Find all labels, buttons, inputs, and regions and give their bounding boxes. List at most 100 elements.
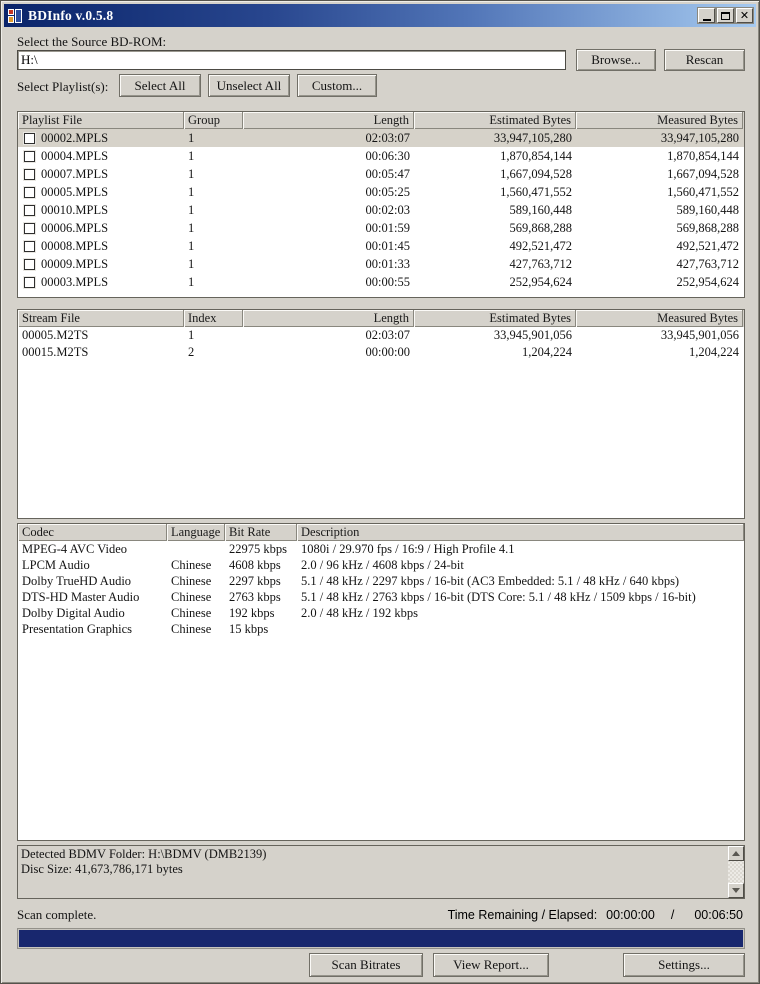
cell: 492,521,472	[676, 238, 740, 253]
arrow-down-icon	[732, 888, 740, 893]
cell: 5.1 / 48 kHz / 2763 kbps / 16-bit (DTS C…	[301, 589, 696, 604]
cell: 00003.MPLS	[18, 275, 184, 290]
column-header[interactable]: Length	[243, 310, 414, 327]
playlist-list: Playlist File Group Length Estimated Bytes M…	[17, 111, 745, 298]
table-row[interactable]: LPCM Audio Chinese 4608 kbps 2.0 / 96 kHz /…	[18, 557, 744, 573]
cell: Chinese	[171, 573, 212, 588]
table-row[interactable]: 00015.M2TS 2 00:00:00 1,204,224 1,204,224	[18, 344, 744, 361]
minimize-button[interactable]	[698, 8, 715, 23]
row-checkbox[interactable]	[24, 276, 35, 288]
cell: 192 kbps	[229, 605, 275, 620]
table-row[interactable]: 00004.MPLS 1 00:06:30 1,870,854,144 1,870,85…	[18, 147, 744, 165]
column-header[interactable]: Index	[184, 310, 243, 327]
column-header[interactable]: Playlist File	[18, 112, 184, 129]
table-row[interactable]: 00006.MPLS 1 00:01:59 569,868,288 569,868,28…	[18, 219, 744, 237]
column-header[interactable]: Length	[243, 112, 414, 129]
cell: 569,868,288	[676, 220, 740, 235]
table-row[interactable]: Presentation Graphics Chinese 15 kbps	[18, 621, 744, 637]
close-button[interactable]: ✕	[736, 8, 753, 23]
cell: 1	[188, 130, 195, 145]
row-checkbox[interactable]	[24, 150, 35, 162]
column-header[interactable]: Group	[184, 112, 243, 129]
table-row[interactable]: 00005.MPLS 1 00:05:25 1,560,471,552 1,560,47…	[18, 183, 744, 201]
column-header[interactable]: Description	[297, 524, 744, 541]
cell: 1,560,471,552	[500, 184, 572, 199]
cell: 1	[188, 328, 195, 342]
status-text: Scan complete.	[17, 907, 97, 922]
row-checkbox[interactable]	[24, 240, 35, 252]
table-row[interactable]: 00008.MPLS 1 00:01:45 492,521,472 492,521,47…	[18, 237, 744, 255]
row-checkbox[interactable]	[24, 222, 35, 234]
column-header[interactable]: Stream File	[18, 310, 184, 327]
minimize-icon	[702, 18, 711, 21]
row-checkbox[interactable]	[24, 258, 35, 270]
cell: 33,945,901,056	[493, 328, 572, 342]
cell: Dolby Digital Audio	[22, 605, 125, 620]
cell: 1,204,224	[522, 345, 572, 359]
table-row[interactable]: 00002.MPLS 1 02:03:07 33,947,105,280 33,947,…	[18, 129, 744, 147]
table-row[interactable]: 00003.MPLS 1 00:00:55 252,954,624 252,954,62…	[18, 273, 744, 291]
table-row[interactable]: MPEG-4 AVC Video 22975 kbps 1080i / 29.970…	[18, 541, 744, 557]
settings-button[interactable]: Settings...	[623, 953, 745, 977]
time-elapsed: 00:06:50	[694, 908, 743, 922]
codec-list: Codec Language Bit Rate Description MPEG-4 A…	[17, 523, 745, 841]
table-row[interactable]: 00010.MPLS 1 00:02:03 589,160,448 589,160,44…	[18, 201, 744, 219]
cell: 00:05:47	[365, 166, 410, 181]
bdinfo-window: BDInfo v.0.5.8 ✕ Select the Source BD-RO…	[0, 0, 760, 984]
unselect-all-button[interactable]: Unselect All	[208, 74, 290, 97]
column-header[interactable]: Measured Bytes	[576, 310, 743, 327]
cell: Chinese	[171, 589, 212, 604]
column-header[interactable]: Bit Rate	[225, 524, 297, 541]
cell: Chinese	[171, 621, 212, 636]
time-slash: /	[670, 908, 675, 922]
cell: 00005.MPLS	[18, 185, 184, 200]
cell: 00002.MPLS	[18, 131, 184, 146]
column-header[interactable]: Estimated Bytes	[414, 112, 576, 129]
rescan-button[interactable]: Rescan	[664, 49, 745, 71]
cell: Presentation Graphics	[22, 621, 133, 636]
cell: 492,521,472	[509, 238, 573, 253]
cell: 33,947,105,280	[493, 130, 572, 145]
scan-info-textbox[interactable]: Detected BDMV Folder: H:\BDMV (DMB2139) …	[17, 845, 745, 899]
source-path-input[interactable]	[17, 50, 566, 70]
info-scrollbar[interactable]	[728, 846, 744, 898]
column-header[interactable]: Codec	[18, 524, 167, 541]
cell: 427,763,712	[509, 256, 573, 271]
select-all-button[interactable]: Select All	[119, 74, 201, 97]
column-header[interactable]: Estimated Bytes	[414, 310, 576, 327]
cell: 00007.MPLS	[18, 167, 184, 182]
close-icon: ✕	[739, 9, 750, 22]
cell: 00015.M2TS	[22, 345, 89, 359]
cell: 1	[188, 220, 195, 235]
cell: 252,954,624	[676, 274, 740, 289]
column-header[interactable]: Measured Bytes	[576, 112, 743, 129]
cell: 2.0 / 96 kHz / 4608 kbps / 24-bit	[301, 557, 464, 572]
cell: 00:01:59	[365, 220, 410, 235]
maximize-button[interactable]	[717, 8, 734, 23]
scroll-up-button[interactable]	[728, 846, 744, 861]
table-row[interactable]: Dolby TrueHD Audio Chinese 2297 kbps 5.1 / …	[18, 573, 744, 589]
app-icon	[7, 8, 23, 24]
column-header[interactable]: Language	[167, 524, 225, 541]
titlebar[interactable]: BDInfo v.0.5.8 ✕	[4, 4, 756, 27]
table-row[interactable]: 00005.M2TS 1 02:03:07 33,945,901,056 33,945,…	[18, 327, 744, 344]
view-report-button[interactable]: View Report...	[433, 953, 549, 977]
table-row[interactable]: DTS-HD Master Audio Chinese 2763 kbps 5.1 /…	[18, 589, 744, 605]
scan-bitrates-button[interactable]: Scan Bitrates	[309, 953, 423, 977]
table-row[interactable]: Dolby Digital Audio Chinese 192 kbps 2.0 / …	[18, 605, 744, 621]
detected-folder-line: Detected BDMV Folder: H:\BDMV (DMB2139)	[21, 847, 267, 861]
row-checkbox[interactable]	[24, 204, 35, 216]
cell: 33,945,901,056	[660, 328, 739, 342]
row-checkbox[interactable]	[24, 186, 35, 198]
scroll-down-button[interactable]	[728, 883, 744, 898]
progress-bar	[17, 928, 745, 949]
row-checkbox[interactable]	[24, 132, 35, 144]
table-row[interactable]: 00009.MPLS 1 00:01:33 427,763,712 427,763,71…	[18, 255, 744, 273]
cell: 1	[188, 256, 195, 271]
custom-button[interactable]: Custom...	[297, 74, 377, 97]
row-checkbox[interactable]	[24, 168, 35, 180]
cell: 02:03:07	[365, 328, 410, 342]
cell: 1,667,094,528	[667, 166, 739, 181]
browse-button[interactable]: Browse...	[576, 49, 656, 71]
table-row[interactable]: 00007.MPLS 1 00:05:47 1,667,094,528 1,667,09…	[18, 165, 744, 183]
